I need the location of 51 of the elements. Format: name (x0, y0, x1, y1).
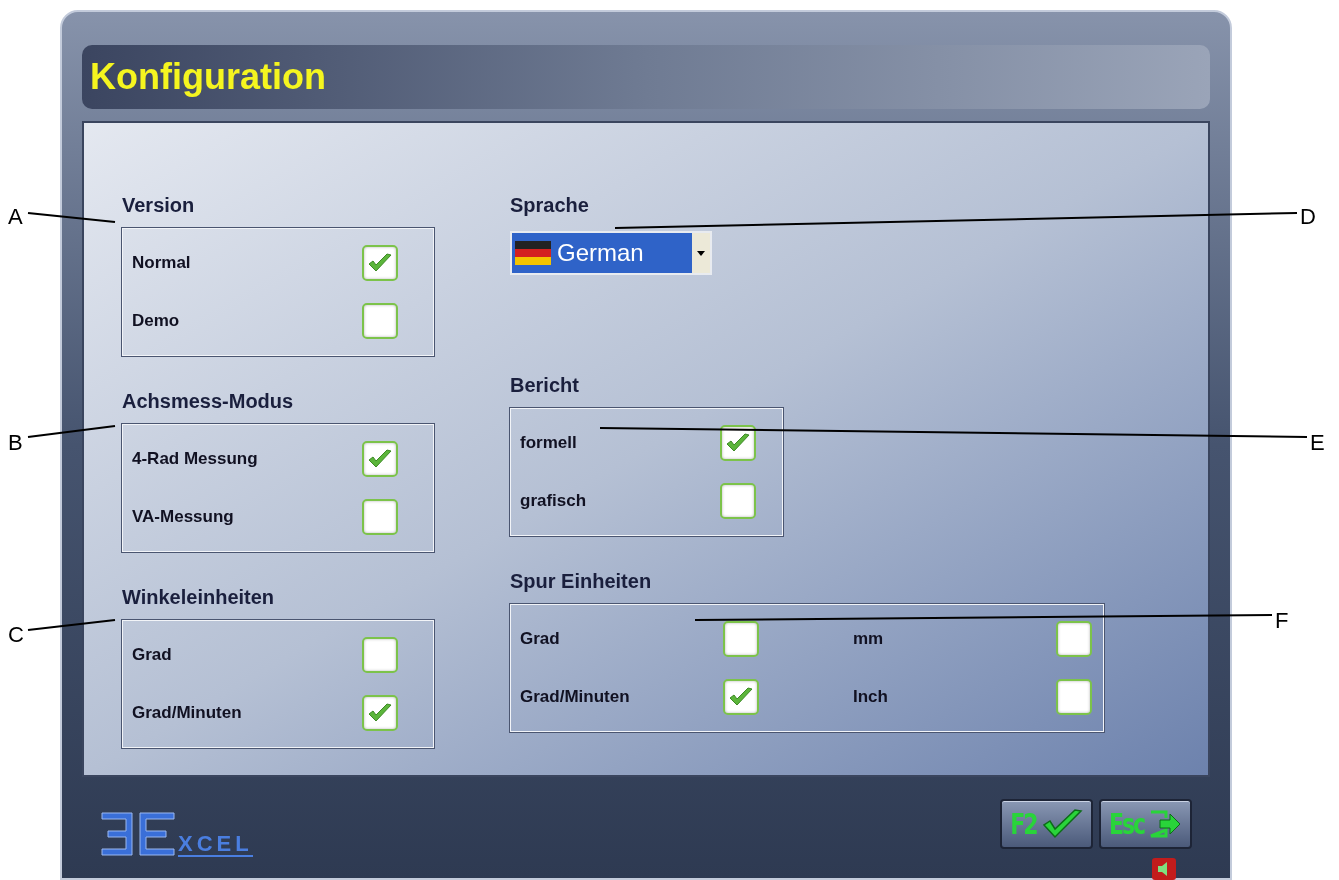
callout-letter: E (1310, 429, 1325, 457)
checkbox[interactable] (723, 621, 759, 657)
group-title: Sprache (510, 193, 590, 217)
option-label: grafisch (520, 490, 588, 513)
checkbox[interactable] (362, 245, 398, 281)
group-title: Bericht (510, 373, 580, 397)
callout-letter: A (8, 203, 23, 231)
check-icon (367, 252, 393, 274)
option-label: Grad/Minuten (520, 686, 631, 709)
check-icon (725, 432, 751, 454)
checkbox[interactable] (1056, 621, 1092, 657)
option-label: Inch (853, 686, 889, 709)
check-icon (728, 686, 754, 708)
flag-icon (515, 241, 551, 265)
callout-letter: F (1275, 607, 1289, 635)
group-title: Version (122, 193, 196, 217)
group-title: Achsmess-Modus (122, 389, 295, 413)
check-icon (367, 448, 393, 470)
callout-letter: B (8, 429, 23, 457)
checkbox[interactable] (362, 303, 398, 339)
option-label: formell (520, 432, 578, 455)
checkbox[interactable] (720, 425, 756, 461)
window-title: Konfiguration (90, 55, 326, 99)
group-title: Winkeleinheiten (122, 585, 276, 609)
option-label: Grad (132, 644, 173, 667)
checkbox[interactable] (720, 483, 756, 519)
logo: XCEL (100, 811, 253, 857)
option-label: Grad/Minuten (132, 702, 243, 725)
option-label: 4-Rad Messung (132, 448, 259, 471)
checkbox[interactable] (362, 695, 398, 731)
option-label: VA-Messung (132, 506, 235, 529)
confirm-button[interactable]: F2 (1000, 799, 1093, 849)
callout-letter: C (8, 621, 24, 649)
logo-mark-icon (100, 811, 176, 857)
check-icon (1040, 807, 1083, 841)
option-label: Demo (132, 310, 181, 333)
exit-icon (1148, 809, 1183, 839)
exit-button[interactable]: Esc (1099, 799, 1192, 849)
checkbox[interactable] (1056, 679, 1092, 715)
checkbox[interactable] (362, 499, 398, 535)
group-title: Spur Einheiten (510, 569, 653, 593)
option-label: mm (853, 628, 885, 651)
speaker-icon (1152, 858, 1176, 880)
checkbox[interactable] (723, 679, 759, 715)
check-icon (367, 702, 393, 724)
callout-letter: D (1300, 203, 1316, 231)
option-label: Normal (132, 252, 192, 275)
checkbox[interactable] (362, 441, 398, 477)
language-dropdown[interactable]: German (510, 231, 712, 275)
option-label: Grad (520, 628, 561, 651)
checkbox[interactable] (362, 637, 398, 673)
